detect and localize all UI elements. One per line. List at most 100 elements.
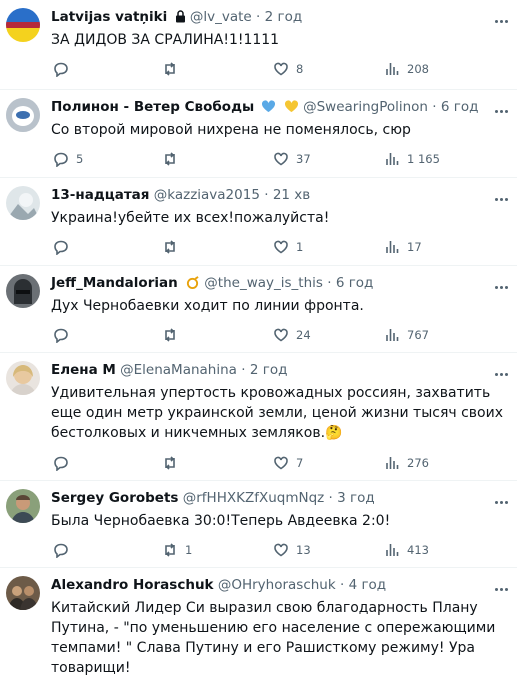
display-name[interactable]: Jeff_Mandalorian xyxy=(51,275,178,291)
user-handle[interactable]: @OHryhoraschuk xyxy=(218,577,336,593)
tweet[interactable]: Елена М @ElenaManahina · 2 год Удивитель… xyxy=(0,353,517,481)
more-options-icon[interactable] xyxy=(494,489,509,508)
retweet-button[interactable] xyxy=(162,238,185,256)
user-handle[interactable]: @kazziava2015 xyxy=(154,187,260,203)
like-button[interactable]: 13 xyxy=(273,541,311,559)
like-count: 8 xyxy=(296,62,304,76)
timestamp[interactable]: 3 год xyxy=(337,490,375,506)
views-button[interactable]: 413 xyxy=(384,541,429,559)
user-handle[interactable]: @lv_vate xyxy=(190,9,252,25)
retweet-button[interactable] xyxy=(162,150,185,168)
tweet[interactable]: 13-надцатая @kazziava2015 · 21 хв Украин… xyxy=(0,178,517,266)
retweet-button[interactable] xyxy=(162,326,185,344)
tweet-text: Китайский Лидер Си выразил свою благодар… xyxy=(51,600,496,676)
action-bar: 24 767 xyxy=(51,326,491,344)
retweet-button[interactable]: 1 xyxy=(162,541,192,559)
view-count: 413 xyxy=(407,543,429,557)
tweet[interactable]: Полинон - Ветер Свободы @SwearingPolinon… xyxy=(0,90,517,178)
timestamp[interactable]: 6 год xyxy=(441,99,479,115)
reply-button[interactable] xyxy=(53,60,76,78)
views-button[interactable]: 276 xyxy=(384,454,429,472)
display-name[interactable]: 13-надцатая xyxy=(51,187,149,203)
more-options-icon[interactable] xyxy=(494,274,509,293)
more-options-icon[interactable] xyxy=(494,8,509,27)
timestamp[interactable]: 21 хв xyxy=(273,187,310,203)
views-button[interactable]: 17 xyxy=(384,238,422,256)
display-name[interactable]: Елена М xyxy=(51,362,116,378)
user-handle[interactable]: @rfHHXKZfXuqmNqz xyxy=(183,490,325,506)
separator-dot: · xyxy=(256,9,261,25)
user-handle[interactable]: @SwearingPolinon xyxy=(303,99,428,115)
avatar[interactable] xyxy=(6,186,40,220)
reply-icon xyxy=(54,62,68,77)
reply-icon xyxy=(54,152,68,167)
tweet-header: 13-надцатая @kazziava2015 · 21 хв xyxy=(51,186,310,204)
reply-button[interactable] xyxy=(53,238,76,256)
user-handle[interactable]: @the_way_is_this xyxy=(204,275,323,291)
more-options-icon[interactable] xyxy=(494,186,509,205)
blue-heart-icon xyxy=(261,100,276,118)
retweet-button[interactable] xyxy=(162,60,185,78)
like-count: 1 xyxy=(296,240,304,254)
display-name[interactable]: Sergey Gorobets xyxy=(51,490,178,506)
group-avatar-icon xyxy=(6,576,40,610)
reply-icon xyxy=(54,328,68,343)
display-name[interactable]: Полинон - Ветер Свободы xyxy=(51,99,254,115)
retweet-icon xyxy=(165,328,175,342)
tweet[interactable]: Latvijas vatņiki @lv_vate · 2 год ЗА ДИД… xyxy=(0,0,517,90)
avatar[interactable] xyxy=(6,489,40,523)
display-name[interactable]: Alexandro Horaschuk xyxy=(51,577,214,593)
tweet-text: Удивительная упертость кровожадных росси… xyxy=(51,385,503,441)
tweet-text: Дух Чернобаевки ходит по линии фронта. xyxy=(51,298,364,314)
tweet[interactable]: Sergey Gorobets @rfHHXKZfXuqmNqz · 3 год… xyxy=(0,481,517,568)
reply-button[interactable] xyxy=(53,454,76,472)
views-button[interactable]: 767 xyxy=(384,326,429,344)
view-count: 1 165 xyxy=(407,152,440,166)
action-bar: 1 17 xyxy=(51,238,491,256)
views-chart-icon xyxy=(386,329,399,341)
avatar[interactable] xyxy=(6,8,40,42)
yellow-heart-icon xyxy=(284,100,299,118)
avatar[interactable] xyxy=(6,361,40,395)
like-button[interactable]: 1 xyxy=(273,238,303,256)
display-name[interactable]: Latvijas vatņiki xyxy=(51,9,167,25)
separator-dot: · xyxy=(432,99,437,115)
action-bar: 7 276 xyxy=(51,454,491,472)
more-options-icon[interactable] xyxy=(494,576,509,595)
like-button[interactable]: 7 xyxy=(273,454,303,472)
like-button[interactable]: 37 xyxy=(273,150,311,168)
timestamp[interactable]: 2 год xyxy=(250,362,288,378)
like-button[interactable]: 8 xyxy=(273,60,303,78)
user-handle[interactable]: @ElenaManahina xyxy=(120,362,237,378)
reply-icon xyxy=(54,240,68,255)
cup-avatar-icon xyxy=(6,98,40,132)
more-options-icon[interactable] xyxy=(494,98,509,117)
retweet-button[interactable] xyxy=(162,454,185,472)
timestamp[interactable]: 4 год xyxy=(349,577,387,593)
heart-icon xyxy=(274,152,288,166)
tweet[interactable]: Jeff_Mandalorian @the_way_is_this · 6 го… xyxy=(0,266,517,353)
separator-dot: · xyxy=(339,577,345,593)
views-button[interactable]: 208 xyxy=(384,60,429,78)
views-button[interactable]: 1 165 xyxy=(384,150,440,168)
view-count: 17 xyxy=(407,240,422,254)
tweet-header: Елена М @ElenaManahina · 2 год xyxy=(51,361,287,379)
more-options-icon[interactable] xyxy=(494,361,509,380)
reply-button[interactable] xyxy=(53,326,76,344)
avatar[interactable] xyxy=(6,274,40,308)
tweet-text: Была Чернобаевка 30:0!Теперь Авдеевка 2:… xyxy=(51,513,391,529)
avatar[interactable] xyxy=(6,98,40,132)
avatar[interactable] xyxy=(6,576,40,610)
reply-button[interactable] xyxy=(53,541,76,559)
reply-icon xyxy=(54,456,68,471)
like-count: 7 xyxy=(296,456,304,470)
reply-button[interactable]: 5 xyxy=(53,150,83,168)
tweet[interactable]: Alexandro Horaschuk @OHryhoraschuk · 4 г… xyxy=(0,568,517,678)
tweet-feed: Latvijas vatņiki @lv_vate · 2 год ЗА ДИД… xyxy=(0,0,517,678)
tweet-text: Со второй мировой нихрена не поменялось,… xyxy=(51,122,411,138)
view-count: 276 xyxy=(407,456,429,470)
like-button[interactable]: 24 xyxy=(273,326,311,344)
timestamp[interactable]: 6 год xyxy=(336,275,374,291)
timestamp[interactable]: 2 год xyxy=(265,9,303,25)
lock-icon xyxy=(175,10,186,28)
